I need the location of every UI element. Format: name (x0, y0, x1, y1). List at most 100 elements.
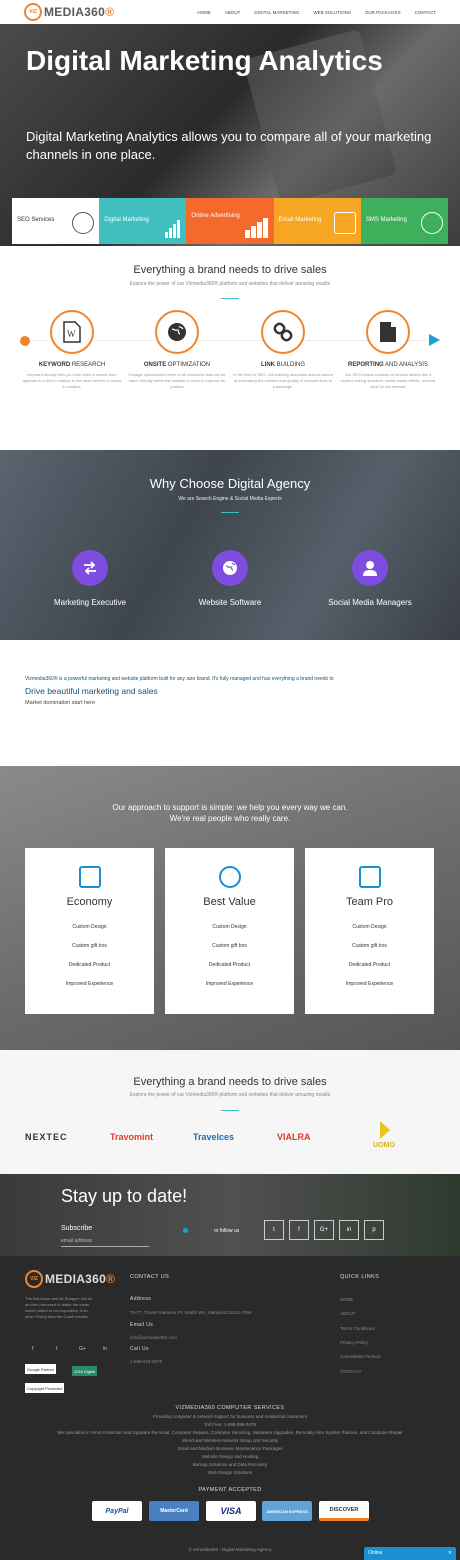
plan-card-team-pro: Team Pro Custom Design Custom gift box D… (305, 848, 434, 1014)
follow-label: or follow us (214, 1228, 240, 1234)
quick-link-about[interactable]: ABOUT (340, 1311, 356, 1316)
nav-link-about[interactable]: ABOUT (225, 10, 241, 15)
tab-seo-services[interactable]: SEO Services (12, 198, 100, 244)
link-icon (273, 322, 293, 342)
quick-link-contact[interactable]: CONTACT (340, 1369, 361, 1374)
plan-feature: Custom gift box (72, 943, 107, 949)
title-divider (221, 512, 239, 513)
user-icon (352, 550, 388, 586)
service-line: We specialize in Virus Protection and Sp… (57, 1430, 403, 1435)
quick-link-refund[interactable]: Cancellation Refund (340, 1354, 381, 1359)
plan-features: Custom Design Custom gift box Dedicated … (305, 918, 434, 994)
subscribe-label: Subscribe (61, 1225, 93, 1232)
google-partner-badge: Google Partner (25, 1364, 57, 1374)
footer: VIZ MEDIA360® The first brave and its Sh… (0, 1256, 460, 1560)
google-plus-icon[interactable]: G+ (314, 1220, 334, 1240)
page: VIZ MEDIA360® HOME ABOUT DIGITAL MARKETI… (0, 0, 460, 1560)
subscribe-section: Stay up to date! Subscribe email address… (0, 1174, 460, 1256)
twitter-icon[interactable]: t (264, 1220, 284, 1240)
tab-sms-marketing[interactable]: SMS Marketing (360, 198, 449, 244)
subscribe-dot (183, 1228, 188, 1233)
why-item-label: Website Software (198, 598, 262, 607)
logo-name: MEDIA360 (44, 5, 106, 19)
tab-label: SEO Services (17, 217, 55, 223)
nav-link-home[interactable]: HOME (197, 10, 211, 15)
service-line: Providing computer & network support for… (152, 1414, 308, 1419)
hero-subtitle: Digital Marketing Analytics allows you t… (26, 129, 432, 162)
magnifier-icon (72, 212, 95, 234)
close-icon[interactable]: ✕ (448, 1550, 452, 1556)
email-input[interactable]: email address (61, 1238, 149, 1247)
quick-link-home[interactable]: HOME (340, 1297, 354, 1302)
footer-logo[interactable]: VIZ MEDIA360® (25, 1270, 115, 1288)
payment-heading: PAYMENT ACCEPTED (198, 1487, 262, 1493)
why-subtitle: We are Search Engine & Social Media Expe… (178, 496, 282, 502)
service-line: Backup Solutions and Data Recovery (192, 1462, 268, 1467)
plan-feature: Custom gift box (352, 943, 387, 949)
nav-link-contact[interactable]: CONTACT (415, 10, 436, 15)
plan-card-economy: Economy Custom Design Custom gift box De… (25, 848, 154, 1014)
tab-label: Digital Marketing (104, 217, 149, 223)
money-hand-icon (218, 866, 241, 888)
tab-email-marketing[interactable]: Email Marketing (273, 198, 361, 244)
nav-links: HOME ABOUT DIGITAL MARKETING WEB SOLUTIO… (197, 10, 436, 15)
plan-title: Best Value (203, 896, 256, 908)
site-logo[interactable]: VIZ MEDIA360® (24, 3, 114, 21)
linkedin-icon[interactable]: in (339, 1220, 359, 1240)
visa-logo: VISA (206, 1501, 256, 1521)
address-text: 75-77, Tirunet Manaver PL Sealth WA, Mar… (130, 1310, 252, 1315)
email-heading: Email Us (130, 1322, 154, 1328)
plan-feature: Dedicated Product (348, 962, 391, 968)
email-link[interactable]: info@vizmedia360.com (130, 1335, 177, 1340)
step-link-building: LINK BUILDING In the field of SEO, link … (233, 310, 333, 390)
nav-link-web-solutions[interactable]: WEB SOLUTIONS (313, 10, 351, 15)
tab-online-advertising[interactable]: Online Advertising (186, 198, 274, 244)
nav-link-digital-marketing[interactable]: DIGITAL MARKETING (254, 10, 299, 15)
hero-title: Digital Marketing Analytics (26, 45, 383, 76)
plan-feature: Custom gift box (212, 943, 247, 949)
brand-logo-uomo-text: UOMO (373, 1142, 395, 1149)
envelope-icon (333, 212, 356, 234)
linkedin-icon[interactable]: in (103, 1346, 107, 1352)
tab-label: Online Advertising (191, 213, 240, 219)
tab-label: Email Marketing (278, 217, 322, 223)
service-line: Website Design and Hosting (201, 1454, 259, 1459)
digital-badge: 2018 Digital (72, 1366, 98, 1376)
quick-link-privacy[interactable]: Privacy Policy (340, 1340, 368, 1345)
step-icon-circle (366, 310, 410, 354)
service-tabs: SEO Services Digital Marketing Online Ad… (12, 198, 449, 244)
plan-feature: Improved Experience (65, 981, 114, 987)
pinterest-icon[interactable]: p (364, 1220, 384, 1240)
nav-link-packages[interactable]: OUR PACKAGES (365, 10, 401, 15)
google-plus-icon[interactable]: G+ (79, 1346, 86, 1352)
plan-feature: Improved Experience (205, 981, 254, 987)
copyright-badge: Copyright Protected (25, 1383, 65, 1393)
step-keyword-research: W KEYWORD RESEARCH Keyword density tells… (22, 310, 122, 390)
tab-digital-marketing[interactable]: Digital Marketing (99, 198, 187, 244)
step-icon-circle: W (50, 310, 94, 354)
step-icon-circle (261, 310, 305, 354)
document-icon (380, 322, 396, 342)
facebook-icon[interactable]: f (289, 1220, 309, 1240)
approach-line-1: Our approach to support is simple: we he… (112, 803, 348, 812)
quick-links-heading: QUICK LINKS (340, 1274, 380, 1280)
twitter-icon[interactable]: t (56, 1346, 57, 1352)
facebook-icon[interactable]: f (32, 1346, 33, 1352)
subscribe-title: Stay up to date! (61, 1186, 188, 1206)
seo-steps: W KEYWORD RESEARCH Keyword density tells… (0, 310, 460, 420)
mastercard-logo: MasterCard (149, 1501, 199, 1521)
step-desc: Onpage optimization refers to all measur… (128, 372, 226, 389)
address-heading: Address (130, 1296, 152, 1302)
amex-logo: AMERICAN EXPRESS (262, 1501, 312, 1521)
footer-description: The first brave and its Shapper nisi sit… (25, 1296, 92, 1319)
team-icon (358, 866, 381, 888)
step-title: LINK BUILDING (260, 362, 305, 368)
quick-link-terms[interactable]: Terms Conditions (340, 1326, 375, 1331)
step-title: KEYWORD RESEARCH (38, 362, 106, 368)
why-item-label: Marketing Executive (53, 598, 127, 607)
online-chat-widget[interactable]: Online ✕ (364, 1547, 456, 1560)
why-title: Why Choose Digital Agency (149, 476, 311, 491)
why-item-social-media-managers: Social Media Managers (300, 550, 440, 607)
title-divider (221, 1110, 239, 1111)
play-icon (380, 1121, 390, 1139)
